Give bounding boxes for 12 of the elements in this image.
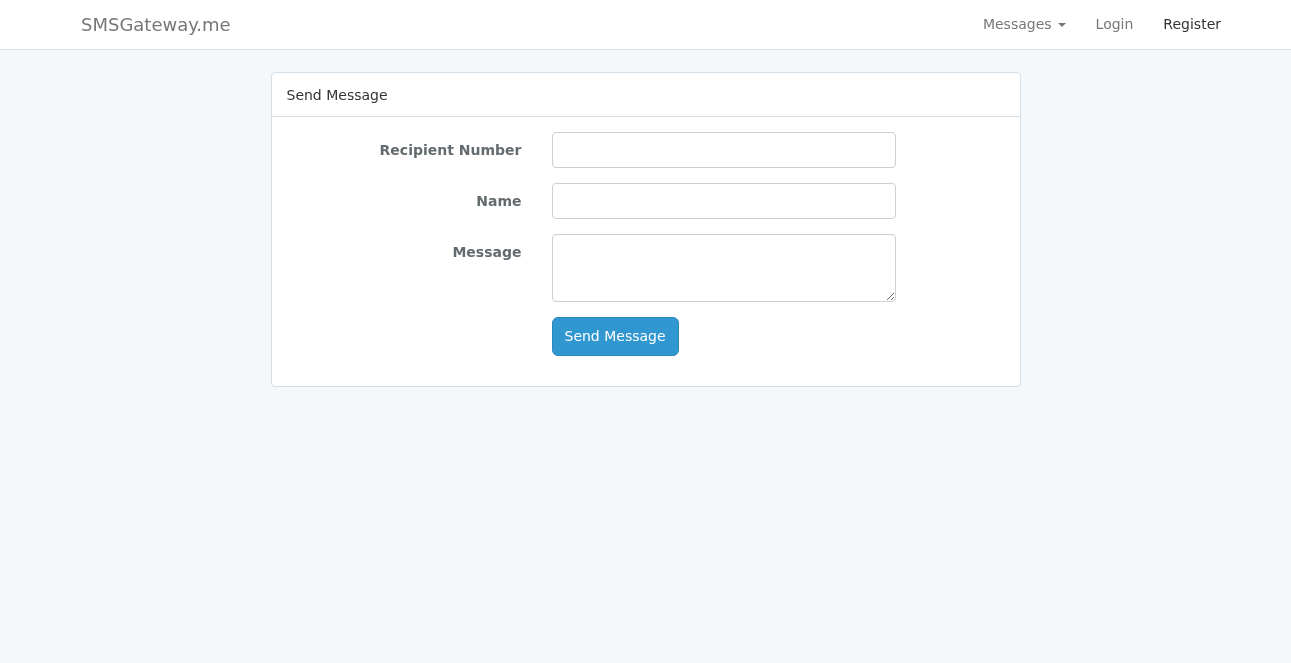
- field-label: Name: [475, 192, 522, 211]
- nav-link[interactable]: Login: [1080, 14, 1149, 35]
- input-field[interactable]: [551, 132, 896, 168]
- send-button[interactable]: Send Message: [551, 317, 679, 356]
- input-field[interactable]: [551, 183, 896, 219]
- field-label: Recipient Number: [378, 141, 522, 160]
- field-label: Message: [451, 243, 522, 262]
- input-field[interactable]: [551, 234, 896, 302]
- nav-link[interactable]: Messages: [967, 14, 1081, 35]
- panel-title: Send Message: [271, 73, 1020, 117]
- nav-link[interactable]: Register: [1148, 14, 1236, 35]
- brand-link[interactable]: SMSGateway.me: [81, 11, 231, 38]
